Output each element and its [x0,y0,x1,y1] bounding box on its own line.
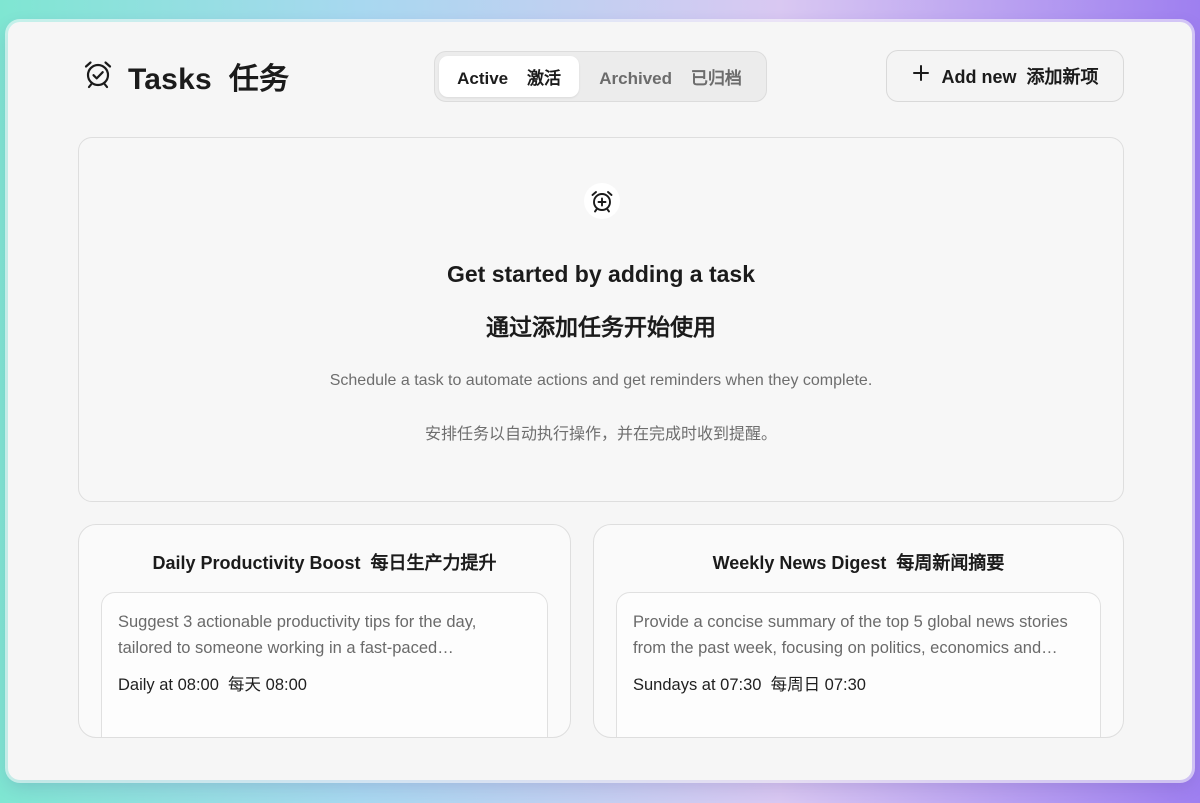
alarm-clock-check-icon [82,58,114,95]
template-card-body: Suggest 3 actionable productivity tips f… [101,592,548,737]
alarm-clock-plus-icon [584,183,620,219]
add-new-button[interactable]: Add new 添加新项 [886,50,1124,102]
template-prompt: Suggest 3 actionable productivity tips f… [118,613,477,657]
empty-state-description: Schedule a task to automate actions and … [329,372,873,389]
template-schedule: Daily at 08:00 每天 08:00 [118,676,307,694]
empty-state-heading-zh: 通过添加任务开始使用 [486,314,716,340]
tab-archived[interactable]: Archived 已归档 [579,56,762,97]
template-card-body: Provide a concise summary of the top 5 g… [616,592,1101,737]
app-window: Tasks 任务 Active 激活 Archived 已归档 Add new … [8,22,1192,780]
empty-state-panel: Get started by adding a task 通过添加任务开始使用 … [78,137,1124,502]
template-card-daily-productivity[interactable]: Daily Productivity Boost 每日生产力提升 Suggest… [78,524,571,738]
template-card-title: Weekly News Digest 每周新闻摘要 [712,553,1005,573]
template-schedule: Sundays at 07:30 每周日 07:30 [633,676,866,694]
plus-icon [912,63,930,87]
add-new-label: Add new 添加新项 [941,67,1099,87]
tab-active[interactable]: Active 激活 [439,56,580,97]
page-title: Tasks 任务 [128,63,290,96]
tab-active-label: Active 激活 [457,69,562,88]
template-prompt: Provide a concise summary of the top 5 g… [633,613,1068,657]
tab-archived-label: Archived 已归档 [599,69,742,88]
template-card-title: Daily Productivity Boost 每日生产力提升 [152,553,497,573]
template-card-weekly-news[interactable]: Weekly News Digest 每周新闻摘要 Provide a conc… [593,524,1124,738]
status-tabs: Active 激活 Archived 已归档 [434,51,767,102]
empty-state-heading: Get started by adding a task [446,261,756,287]
page-header: Tasks 任务 [82,56,289,96]
empty-state-description-zh: 安排任务以自动执行操作，并在完成时收到提醒。 [424,426,777,443]
